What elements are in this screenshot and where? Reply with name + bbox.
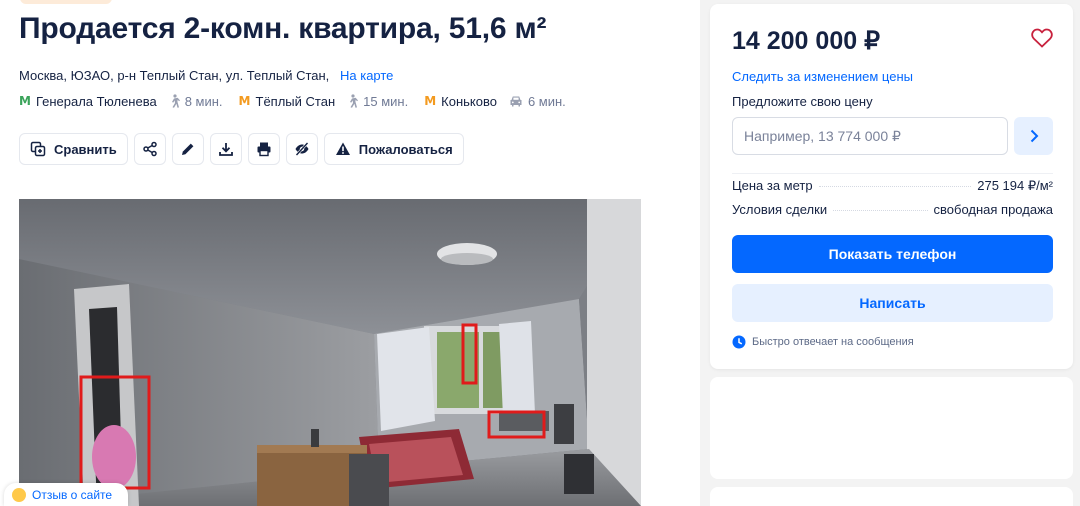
metro-station-name: Генерала Тюленева — [35, 93, 157, 109]
dotted-leader — [818, 186, 972, 187]
feedback-button[interactable]: Отзыв о сайте — [4, 483, 128, 506]
top-badge — [20, 0, 112, 4]
print-icon — [257, 142, 271, 157]
offer-submit-button[interactable] — [1014, 117, 1053, 155]
detail-label: Условия сделки — [732, 202, 828, 217]
travel-time-value: 8 мин. — [184, 93, 223, 109]
walk-icon — [171, 94, 180, 108]
heart-icon — [1031, 28, 1053, 48]
room-photo-image — [19, 199, 641, 506]
car-icon — [510, 96, 522, 107]
share-icon — [143, 141, 157, 157]
compare-label: Сравнить — [54, 141, 117, 157]
page-title: Продается 2-комн. квартира, 51,6 м² — [19, 12, 547, 45]
price: 14 200 000 ₽ — [732, 27, 880, 55]
smile-icon — [12, 487, 26, 502]
hide-icon — [295, 142, 309, 156]
report-button[interactable]: Пожаловаться — [323, 133, 464, 165]
travel-time: 8 мин. — [169, 94, 223, 109]
follow-price-link[interactable]: Следить за изменением цены — [732, 69, 913, 84]
divider — [732, 173, 1053, 174]
edit-icon — [181, 143, 194, 155]
edit-button[interactable] — [171, 133, 204, 165]
favorite-button[interactable] — [1030, 26, 1054, 50]
download-icon — [218, 143, 233, 156]
listing-toolbar: Сравнить Пожаловаться — [19, 133, 464, 165]
write-message-button[interactable]: Написать — [732, 284, 1053, 322]
download-button[interactable] — [209, 133, 242, 165]
offer-price-label: Предложите свою цену — [732, 94, 873, 109]
dotted-leader — [833, 210, 928, 211]
listing-photo[interactable] — [19, 199, 641, 506]
feedback-label: Отзыв о сайте — [32, 487, 113, 502]
metro-station-name: Коньково — [441, 93, 497, 109]
warning-icon — [335, 142, 350, 155]
detail-value: 275 194 ₽/м² — [977, 178, 1053, 193]
metro-icon: M — [19, 94, 31, 108]
detail-label: Цена за метр — [732, 178, 813, 193]
secondary-card — [710, 377, 1073, 479]
detail-row-deal-terms: Условия сделки свободная продажа — [732, 202, 1053, 217]
show-phone-button[interactable]: Показать телефон — [732, 235, 1053, 273]
metro-list: M Генерала Тюленева 8 мин. M Тёплый Стан… — [19, 92, 582, 110]
fast-reply-note: Быстро отвечает на сообщения — [732, 335, 914, 349]
metro-station-konkovo[interactable]: M Коньково 6 мин. — [424, 94, 566, 109]
metro-station-name: Тёплый Стан — [255, 93, 336, 109]
travel-time-value: 15 мин. — [363, 93, 409, 109]
metro-station-generala-tyuleneva[interactable]: M Генерала Тюленева 8 мин. — [19, 94, 223, 109]
offer-price-input[interactable] — [732, 117, 1008, 155]
chevron-right-icon — [1030, 129, 1038, 143]
walk-icon — [350, 94, 359, 108]
metro-icon: M — [238, 94, 251, 108]
print-button[interactable] — [247, 133, 280, 165]
listing-main: Продается 2-комн. квартира, 51,6 м² Моск… — [0, 0, 700, 506]
hide-button[interactable] — [285, 133, 318, 165]
listing-address: Москва, ЮЗАО, р-н Теплый Стан, ул. Теплы… — [19, 68, 330, 83]
share-button[interactable] — [133, 133, 166, 165]
metro-station-teply-stan[interactable]: M Тёплый Стан 15 мин. — [239, 94, 409, 109]
detail-value: свободная продажа — [933, 202, 1053, 217]
clock-icon — [732, 335, 746, 349]
report-label: Пожаловаться — [358, 141, 453, 157]
travel-time: 15 мин. — [347, 94, 408, 109]
compare-button[interactable]: Сравнить — [19, 133, 128, 165]
detail-row-price-per-meter: Цена за метр 275 194 ₽/м² — [732, 178, 1053, 194]
travel-time-value: 6 мин. — [527, 93, 566, 109]
tertiary-card — [710, 487, 1073, 506]
travel-time: 6 мин. — [509, 94, 566, 109]
compare-icon — [30, 141, 46, 157]
metro-icon: M — [424, 94, 437, 108]
map-link[interactable]: На карте — [340, 68, 393, 83]
price-card: 14 200 000 ₽ Следить за изменением цены … — [710, 4, 1073, 369]
fast-reply-text: Быстро отвечает на сообщения — [752, 336, 914, 348]
